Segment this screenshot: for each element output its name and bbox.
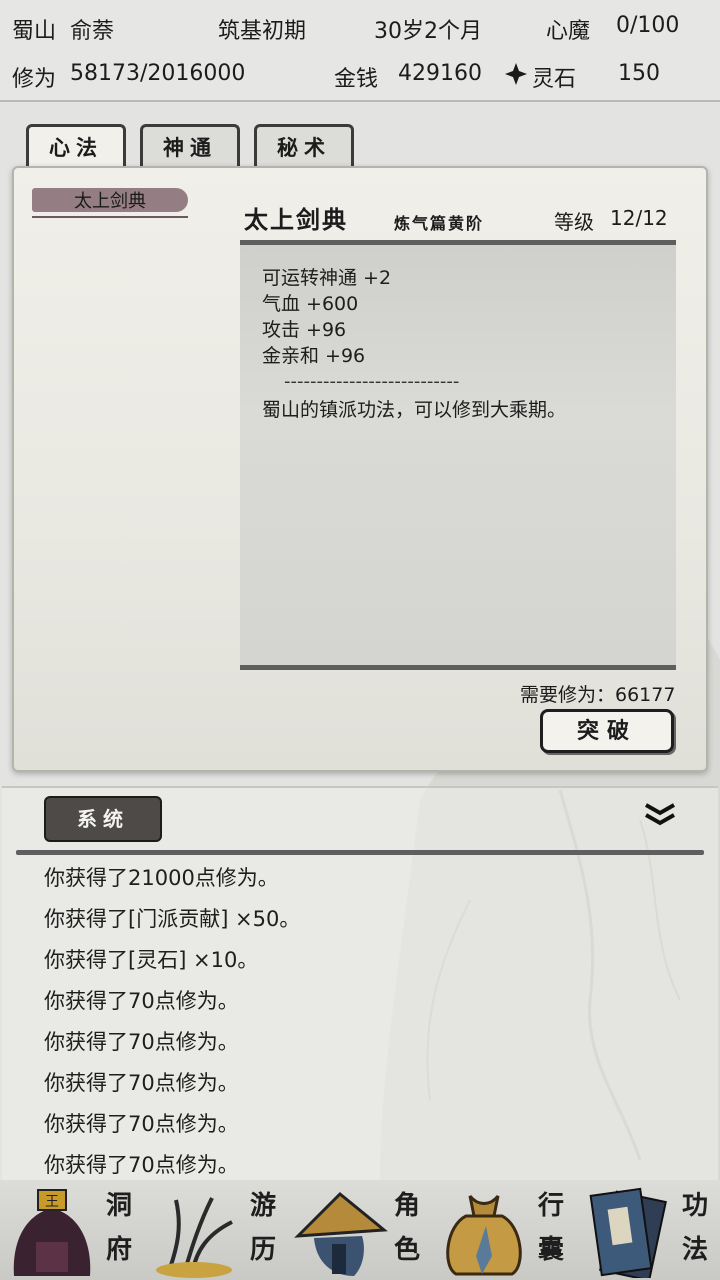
money-label: 金钱 [334, 67, 379, 92]
character-hat-icon [294, 1191, 388, 1276]
realm-label: 筑基初期 [218, 19, 307, 44]
nav-character[interactable]: 角 色 [288, 1180, 432, 1280]
effect-line: 可运转神通 +2 [262, 267, 392, 289]
log-line: 你获得了70点修为。 [44, 1071, 239, 1095]
collapse-double-chevron-icon[interactable] [642, 802, 678, 828]
level-value: 12/12 [610, 206, 668, 230]
demon-value: 0/100 [616, 13, 680, 38]
nav-character-label-1: 角 [393, 1191, 420, 1221]
stone-value: 150 [618, 61, 660, 86]
status-header: 蜀山 俞萘 筑基初期 30岁2个月 心魔 0/100 修为 58173/2016… [0, 0, 720, 102]
nav-cave-label-2: 府 [105, 1235, 132, 1265]
effect-line: 气血 +600 [262, 293, 359, 315]
cave-dwelling-icon: 王 [13, 1189, 91, 1276]
cultivation-value: 58173/2016000 [70, 61, 246, 86]
bottom-navigation: 王 洞 府 游 历 角 色 行 囊 功 法 [0, 1180, 720, 1280]
skill-description: 蜀山的镇派功法，可以修到大乘期。 [262, 399, 567, 421]
level-label: 等级 [554, 210, 594, 234]
nav-character-label-2: 色 [393, 1235, 420, 1265]
log-line: 你获得了[灵石] ×10。 [44, 948, 259, 972]
tab-mishu[interactable]: 秘术 [254, 124, 354, 168]
effect-line: 金亲和 +96 [262, 345, 366, 367]
log-line: 你获得了70点修为。 [44, 989, 239, 1013]
technique-panel: 太上剑典 太上剑典 炼气篇黄阶 等级 12/12 可运转神通 +2 气血 +60… [12, 166, 708, 772]
nav-inventory-label-2: 囊 [537, 1235, 564, 1265]
tab-system-log[interactable]: 系统 [44, 796, 162, 842]
spirit-stone-icon [505, 63, 527, 85]
log-line: 你获得了70点修为。 [44, 1030, 239, 1054]
skill-list-underline [32, 216, 188, 218]
nav-travel-label-1: 游 [249, 1191, 276, 1221]
nav-travel[interactable]: 游 历 [144, 1180, 288, 1280]
age-label: 30岁2个月 [374, 19, 482, 44]
nav-techniques[interactable]: 功 法 [576, 1180, 720, 1280]
description-divider: --------------------------- [284, 371, 460, 392]
effect-line: 攻击 +96 [262, 319, 347, 341]
nav-cave-label-1: 洞 [105, 1191, 132, 1221]
log-line: 你获得了70点修为。 [44, 1112, 239, 1136]
skill-subtitle: 炼气篇黄阶 [394, 214, 485, 233]
skill-title: 太上剑典 [244, 205, 348, 234]
log-divider [16, 850, 704, 855]
svg-text:王: 王 [45, 1194, 59, 1210]
skill-description-box: 可运转神通 +2 气血 +600 攻击 +96 金亲和 +96 --------… [240, 240, 676, 670]
nav-techniques-label-1: 功 [681, 1191, 708, 1221]
player-name: 俞萘 [70, 19, 115, 44]
nav-techniques-label-2: 法 [681, 1235, 708, 1265]
cultivation-label: 修为 [12, 67, 57, 92]
log-line: 你获得了70点修为。 [44, 1153, 239, 1177]
nav-inventory[interactable]: 行 囊 [432, 1180, 576, 1280]
log-line: 你获得了[门派贡献] ×50。 [44, 907, 301, 931]
breakthrough-button[interactable]: 突破 [540, 709, 674, 753]
sect-name: 蜀山 [12, 19, 57, 44]
technique-books-icon [589, 1187, 667, 1278]
nav-travel-label-2: 历 [249, 1235, 276, 1265]
tab-shentong[interactable]: 神通 [140, 124, 240, 168]
travel-grass-icon [156, 1197, 233, 1278]
skill-list-item[interactable]: 太上剑典 [32, 186, 188, 218]
nav-cave-dwelling[interactable]: 王 洞 府 [0, 1180, 144, 1280]
inventory-sack-icon [446, 1194, 522, 1276]
tab-xinfa[interactable]: 心法 [26, 124, 126, 172]
nav-inventory-label-1: 行 [537, 1191, 564, 1221]
stone-label: 灵石 [532, 67, 577, 92]
skill-list-item-label: 太上剑典 [74, 191, 146, 212]
message-log-panel: 系统 你获得了21000点修为。 你获得了[门派贡献] ×50。 你获得了[灵石… [2, 786, 718, 1182]
money-value: 429160 [398, 61, 482, 86]
log-line: 你获得了21000点修为。 [44, 866, 279, 890]
demon-label: 心魔 [546, 19, 591, 44]
required-cultivation: 需要修为：66177 [520, 684, 676, 706]
